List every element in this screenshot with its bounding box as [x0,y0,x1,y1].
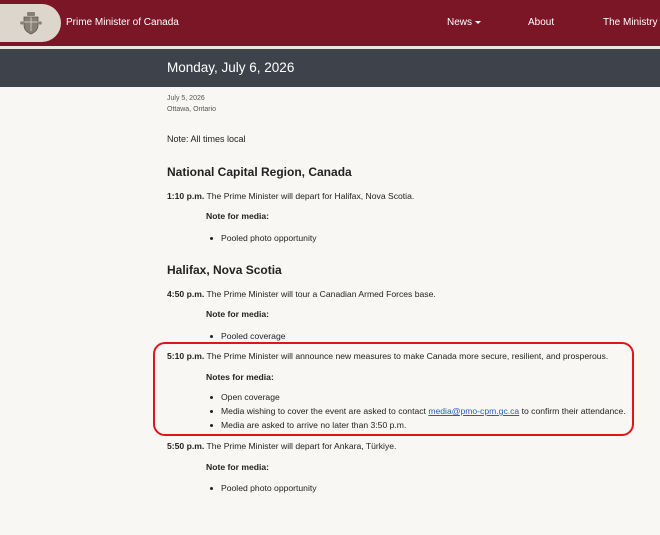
region-heading: National Capital Region, Canada [167,165,352,179]
region-heading: Halifax, Nova Scotia [167,263,282,277]
item-time: 5:50 p.m. [167,441,205,451]
item-text: The Prime Minister will depart for Halif… [206,191,415,201]
itinerary-item: 1:10 p.m. The Prime Minister will depart… [167,191,414,201]
item-text: The Prime Minister will tour a Canadian … [206,289,436,299]
top-navigation-bar: Prime Minister of Canada News About The … [0,0,660,46]
nav-ministry[interactable]: The Ministry [603,17,657,28]
release-date: July 5, 2026 [167,95,205,102]
media-note-heading: Note for media: [206,462,270,472]
itinerary-item: 4:50 p.m. The Prime Minister will tour a… [167,289,436,299]
site-logo[interactable] [0,4,61,42]
item-text: The Prime Minister will depart for Ankar… [206,441,397,451]
media-note-item: Pooled photo opportunity [210,483,317,493]
media-note-item: Pooled coverage [210,331,286,341]
date-banner: Monday, July 6, 2026 [0,49,660,87]
caret-down-icon [475,20,482,24]
release-location: Ottawa, Ontario [167,106,217,113]
nav-news-label: News [447,17,473,28]
item-time: 4:50 p.m. [167,289,205,299]
itinerary-item: 5:50 p.m. The Prime Minister will depart… [167,441,396,451]
nav-about[interactable]: About [528,17,554,28]
highlight-annotation [153,342,634,436]
media-note-heading: Note for media: [206,211,270,221]
times-note: Note: All times local [167,134,246,144]
site-title[interactable]: Prime Minister of Canada [66,17,179,28]
page-title: Monday, July 6, 2026 [167,60,295,75]
item-time: 1:10 p.m. [167,191,205,201]
media-note-heading: Note for media: [206,309,270,319]
media-note-item: Pooled photo opportunity [210,233,317,243]
coat-of-arms-icon [20,12,42,35]
nav-news[interactable]: News [447,17,482,28]
